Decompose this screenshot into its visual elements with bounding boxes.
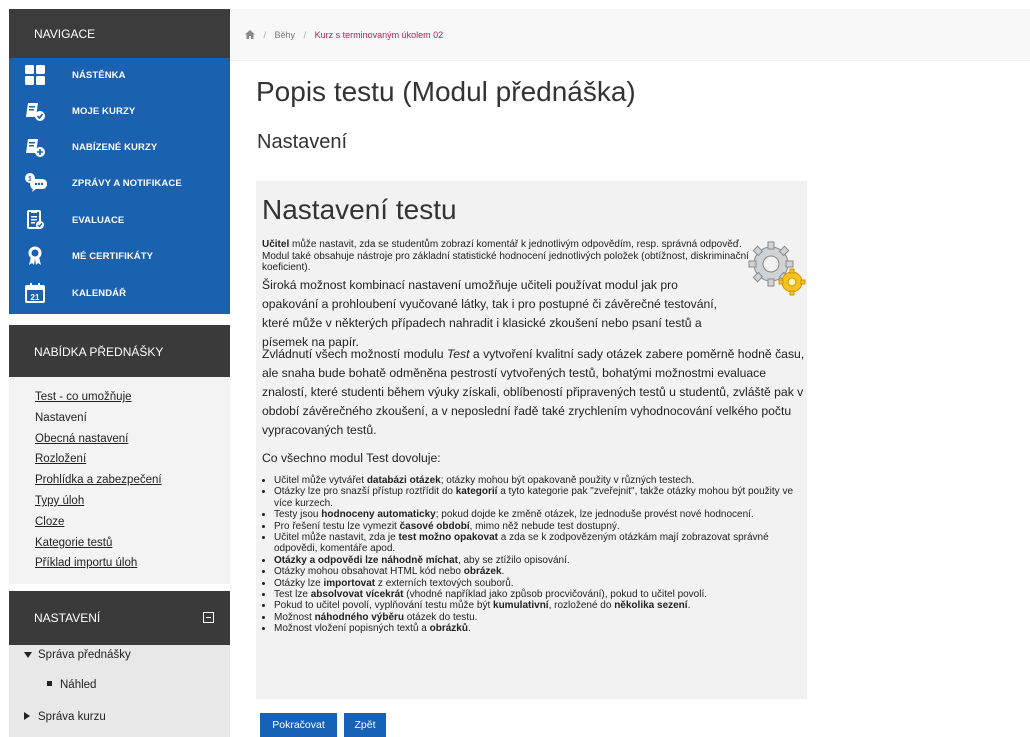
list-item: Pokud to učitel povolí, vyplňování testu…: [274, 600, 814, 611]
nav-item-label: NABÍZENÉ KURZY: [72, 141, 158, 153]
tree-item-label: Náhled: [60, 679, 97, 691]
home-icon[interactable]: [245, 30, 255, 39]
intro-bold: Učitel: [262, 239, 290, 250]
collapse-icon[interactable]: [203, 612, 214, 623]
list-item: Učitel může vytvářet databázi otázek; ot…: [274, 475, 814, 486]
calendar-icon: 21: [25, 283, 45, 303]
nav-item-offered-courses[interactable]: NABÍZENÉ KURZY: [9, 129, 230, 165]
lecture-link[interactable]: Typy úloh: [35, 491, 230, 512]
nav-item-calendar[interactable]: 21 KALENDÁŘ: [9, 275, 230, 311]
list-item: Pro řešení testu lze vymezit časové obdo…: [274, 521, 814, 532]
list-item: Otázky mohou obsahovat HTML kód nebo obr…: [274, 566, 814, 577]
settings-header: NASTAVENÍ: [9, 591, 230, 645]
settings-block: NASTAVENÍ Správa přednášky Náhled Správa…: [9, 591, 230, 737]
feature-list: Učitel může vytvářet databázi otázek; ot…: [262, 475, 814, 635]
settings-title: NASTAVENÍ: [34, 611, 101, 625]
list-item: Otázky lze pro snazší přístup roztřídit …: [274, 486, 814, 509]
intro-rest: může nastavit, zda se studentům zobrazí …: [262, 239, 749, 273]
paragraph-1: Široká možnost kombinací nastavení umožň…: [262, 278, 718, 349]
nav-item-label: MÉ CERTIFIKÁTY: [72, 250, 154, 262]
lecture-link[interactable]: Rozložení: [35, 449, 230, 470]
list-item: Test lze absolvovat vícekrát (vhodné nap…: [274, 589, 814, 600]
bullet-icon: [47, 681, 52, 686]
messages-icon: 1: [25, 173, 47, 193]
breadcrumb-item-course[interactable]: Kurz s terminovaným úkolem 02: [315, 30, 444, 40]
breadcrumb: / Běhy / Kurz s terminovaným úkolem 02: [245, 30, 443, 40]
my-courses-icon: [25, 101, 45, 121]
list-item: Možnost vložení popisných textů a obrázk…: [274, 623, 814, 634]
breadcrumb-item-runs[interactable]: Běhy: [275, 30, 296, 40]
lecture-menu-title: NABÍDKA PŘEDNÁŠKY: [9, 325, 230, 377]
nav-item-label: ZPRÁVY A NOTIFIKACE: [72, 177, 182, 189]
page-title: Popis testu (Modul přednáška): [256, 76, 636, 107]
list-item: Možnost náhodného výběru otázek do testu…: [274, 612, 814, 623]
paragraph-2-part: Zvládnutí všech možností modulu: [262, 347, 447, 361]
lecture-link[interactable]: Test - co umožňuje: [35, 387, 230, 408]
list-item: Otázky a odpovědi lze náhodně míchat, ab…: [274, 555, 814, 566]
list-item: Otázky lze importovat z externích textov…: [274, 578, 814, 589]
continue-button[interactable]: Pokračovat: [260, 713, 337, 737]
intro-text: Učitel může nastavit, zda se studentům z…: [262, 239, 750, 274]
tree-item-label: Správa kurzu: [38, 711, 106, 723]
nav-item-my-courses[interactable]: MOJE KURZY: [9, 93, 230, 129]
lecture-link[interactable]: Obecná nastavení: [35, 429, 230, 450]
page-subtitle: Nastavení: [257, 131, 348, 153]
back-button[interactable]: Zpět: [344, 713, 386, 737]
tree-item-lecture-admin[interactable]: Správa přednášky: [24, 649, 131, 661]
list-item: Testy jsou hodnoceny automaticky; pokud …: [274, 509, 814, 520]
nav-item-label: KALENDÁŘ: [72, 287, 127, 299]
lecture-link[interactable]: Cloze: [35, 512, 230, 533]
tree-item-preview[interactable]: Náhled: [47, 679, 96, 691]
navigation-title: NAVIGACE: [9, 9, 230, 58]
tree-item-course-admin[interactable]: Správa kurzu: [24, 711, 106, 723]
gears-icon: [746, 237, 806, 297]
nav-item-label: EVALUACE: [72, 214, 125, 226]
lecture-link-current: Nastavení: [35, 411, 87, 424]
caret-down-icon: [24, 649, 32, 661]
caret-right-icon: [24, 711, 32, 723]
content-panel: Nastavení testu Učitel může nastavit, zd…: [256, 181, 807, 699]
list-heading: Co všechno modul Test dovoluje:: [262, 451, 441, 465]
offered-courses-icon: [25, 137, 45, 157]
lecture-links: Test - co umožňuje Nastavení Obecná nast…: [9, 377, 230, 574]
lecture-link[interactable]: Příklad importu úloh: [35, 553, 230, 574]
paragraph-2-em: Test: [446, 347, 470, 361]
navigation-block: NAVIGACE NÁSTĚNKA MOJE KURZY NABÍZENÉ KU…: [9, 9, 230, 314]
nav-item-messages[interactable]: 1 ZPRÁVY A NOTIFIKACE: [9, 165, 230, 201]
dashboard-icon: [25, 65, 45, 85]
nav-item-label: NÁSTĚNKA: [72, 69, 126, 81]
tree-item-label: Správa přednášky: [38, 649, 131, 661]
lecture-link[interactable]: Kategorie testů: [35, 533, 230, 554]
nav-item-evaluation[interactable]: EVALUACE: [9, 202, 230, 238]
nav-item-certificates[interactable]: MÉ CERTIFIKÁTY: [9, 238, 230, 274]
page: / Běhy / Kurz s terminovaným úkolem 02 N…: [0, 0, 1030, 737]
panel-title: Nastavení testu: [262, 194, 457, 225]
lecture-link[interactable]: Prohlídka a zabezpečení: [35, 470, 230, 491]
nav-item-label: MOJE KURZY: [72, 105, 136, 117]
evaluation-icon: [25, 210, 45, 230]
list-item: Učitel může nastavit, zda je test možno …: [274, 532, 814, 555]
nav-item-dashboard[interactable]: NÁSTĚNKA: [9, 57, 230, 93]
svg-text:21: 21: [31, 293, 40, 302]
lecture-menu-block: NABÍDKA PŘEDNÁŠKY Test - co umožňuje Nas…: [9, 325, 230, 584]
certificate-icon: [25, 246, 45, 266]
paragraph-2: Zvládnutí všech možností modulu Test a v…: [262, 345, 807, 440]
